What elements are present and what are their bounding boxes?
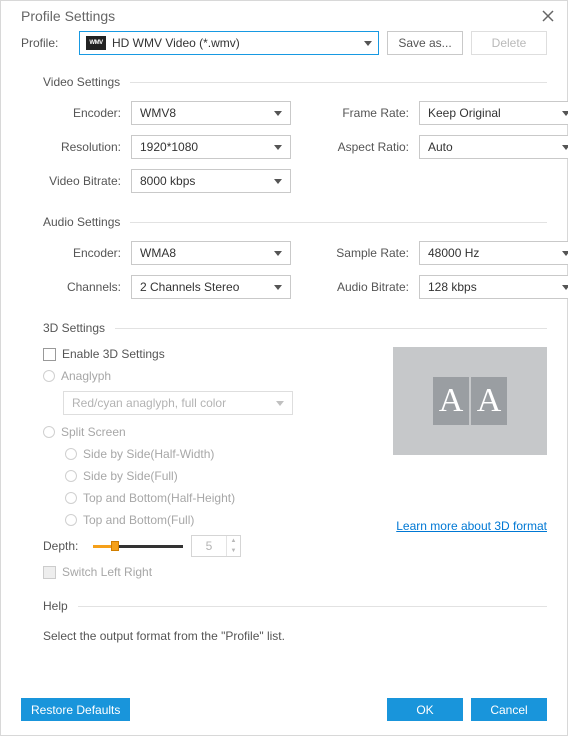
chevron-down-icon [562,111,568,116]
help-group: Help [21,599,547,613]
aspect-select[interactable]: Auto [419,135,568,159]
chevron-down-icon [274,285,282,290]
audio-encoder-select[interactable]: WMA8 [131,241,291,265]
opt-tb-half: Top and Bottom(Half-Height) [65,491,547,505]
radio-icon [65,514,77,526]
chevron-down-icon [562,285,568,290]
chevron-down-icon [274,111,282,116]
audio-encoder-label: Encoder: [21,246,131,260]
channels-select[interactable]: 2 Channels Stereo [131,275,291,299]
switch-left-right-checkbox: Switch Left Right [21,565,547,579]
depth-spin: 5 ▲ ▼ [191,535,241,557]
chevron-down-icon [274,179,282,184]
preview-left-icon: A [433,377,469,425]
chevron-down-icon [364,41,372,46]
resolution-select[interactable]: 1920*1080 [131,135,291,159]
depth-label: Depth: [43,539,85,553]
chevron-down-icon [562,251,568,256]
slider-thumb-icon [111,541,119,551]
opt-sbs-full: Side by Side(Full) [65,469,547,483]
delete-button: Delete [471,31,547,55]
profile-select[interactable]: WMV HD WMV Video (*.wmv) [79,31,379,55]
channels-label: Channels: [21,280,131,294]
frame-rate-select[interactable]: Keep Original [419,101,568,125]
preview-right-icon: A [471,377,507,425]
audio-settings-group: Audio Settings [21,215,547,229]
learn-more-link[interactable]: Learn more about 3D format [396,519,547,533]
aspect-label: Aspect Ratio: [327,140,419,154]
radio-icon [43,370,55,382]
cancel-button[interactable]: Cancel [471,698,547,721]
threed-preview: A A [393,347,547,455]
radio-icon [43,426,55,438]
sample-rate-label: Sample Rate: [327,246,419,260]
restore-defaults-button[interactable]: Restore Defaults [21,698,130,721]
help-text: Select the output format from the "Profi… [21,625,547,643]
dialog-title: Profile Settings [21,8,115,24]
threed-settings-group: 3D Settings [21,321,547,335]
video-settings-group: Video Settings [21,75,547,89]
video-bitrate-label: Video Bitrate: [21,174,131,188]
chevron-down-icon: ▼ [227,546,240,556]
video-bitrate-select[interactable]: 8000 kbps [131,169,291,193]
ok-button[interactable]: OK [387,698,463,721]
profile-value: HD WMV Video (*.wmv) [112,36,364,50]
titlebar: Profile Settings [1,1,567,27]
profile-settings-dialog: Profile Settings Profile: WMV HD WMV Vid… [0,0,568,736]
frame-rate-label: Frame Rate: [327,106,419,120]
chevron-down-icon [274,145,282,150]
close-icon[interactable] [539,7,557,25]
sample-rate-select[interactable]: 48000 Hz [419,241,568,265]
radio-icon [65,448,77,460]
save-as-button[interactable]: Save as... [387,31,463,55]
resolution-label: Resolution: [21,140,131,154]
checkbox-icon [43,566,56,579]
audio-bitrate-label: Audio Bitrate: [327,280,419,294]
checkbox-icon [43,348,56,361]
anaglyph-mode-select: Red/cyan anaglyph, full color [63,391,293,415]
chevron-down-icon [274,251,282,256]
chevron-down-icon [276,401,284,406]
chevron-down-icon [562,145,568,150]
audio-bitrate-select[interactable]: 128 kbps [419,275,568,299]
radio-icon [65,470,77,482]
profile-label: Profile: [21,36,71,50]
wmv-icon: WMV [86,36,106,50]
radio-icon [65,492,77,504]
chevron-up-icon: ▲ [227,536,240,546]
video-encoder-select[interactable]: WMV8 [131,101,291,125]
video-encoder-label: Encoder: [21,106,131,120]
depth-slider[interactable] [93,539,183,553]
